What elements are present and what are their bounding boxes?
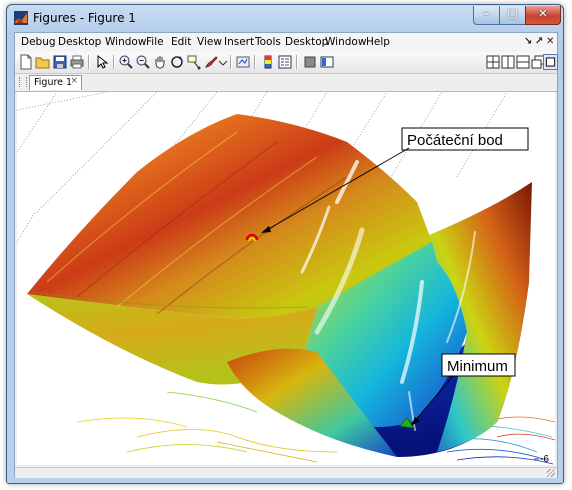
- tile-rows-icon[interactable]: [515, 54, 531, 70]
- minimize-button[interactable]: –: [473, 6, 500, 25]
- maximize-icon: □: [507, 7, 518, 20]
- close-button[interactable]: ✕: [525, 6, 561, 25]
- minimum-annotation-label: Minimum: [447, 358, 508, 375]
- zoom-out-icon[interactable]: [135, 54, 151, 70]
- hide-plot-tools-icon[interactable]: [302, 54, 318, 70]
- open-file-icon[interactable]: [35, 54, 51, 70]
- menu-desktop-2[interactable]: Desktop: [285, 36, 328, 48]
- select-arrow-icon[interactable]: [94, 54, 110, 70]
- menu-edit[interactable]: Edit: [171, 36, 191, 48]
- show-plot-tools-icon[interactable]: [319, 54, 335, 70]
- undock-icon[interactable]: ↗: [535, 36, 543, 47]
- dock-icon[interactable]: ↘: [524, 36, 532, 47]
- figures-window: Figures - Figure 1 – □ ✕ Debug Desktop W…: [6, 4, 564, 484]
- tile-grid-icon[interactable]: [485, 54, 501, 70]
- pan-hand-icon[interactable]: [152, 54, 168, 70]
- menu-window-2[interactable]: Window: [325, 36, 366, 48]
- new-figure-icon[interactable]: [18, 54, 34, 70]
- window-title: Figures - Figure 1: [33, 11, 136, 25]
- title-bar[interactable]: Figures - Figure 1 – □ ✕: [7, 5, 563, 31]
- colorbar-icon[interactable]: [260, 54, 276, 70]
- maximize-icon[interactable]: [543, 54, 558, 70]
- menu-insert[interactable]: Insert: [224, 36, 254, 48]
- tile-columns-icon[interactable]: [500, 54, 516, 70]
- maximize-button[interactable]: □: [499, 6, 526, 25]
- chevron-down-icon[interactable]: [215, 54, 231, 70]
- status-bar: [15, 467, 557, 478]
- rotate-3d-icon[interactable]: [169, 54, 185, 70]
- figure-toolbar: [15, 52, 558, 74]
- toolbar-separator: [113, 55, 115, 69]
- close-icon: ✕: [538, 7, 548, 20]
- tab-close-icon[interactable]: ×: [70, 76, 78, 86]
- toolbar-separator: [296, 55, 298, 69]
- close-figure-icon[interactable]: ✕: [546, 36, 554, 47]
- menu-bar: Debug Desktop Window File Edit View Inse…: [15, 33, 557, 52]
- matlab-logo-icon: [14, 11, 28, 25]
- data-cursor-icon[interactable]: [186, 54, 202, 70]
- start-annotation-label: Počáteční bod: [407, 132, 503, 149]
- toolbar-separator: [254, 55, 256, 69]
- toolbar-separator: [230, 55, 232, 69]
- menu-desktop[interactable]: Desktop: [58, 36, 101, 48]
- menu-debug[interactable]: Debug: [21, 36, 56, 48]
- menu-window[interactable]: Window: [105, 36, 146, 48]
- toolbar-separator: [88, 55, 90, 69]
- document-tab-bar: Figure 1 ×: [15, 74, 557, 92]
- zoom-in-icon[interactable]: [118, 54, 134, 70]
- legend-icon[interactable]: [277, 54, 293, 70]
- tab-figure-1[interactable]: Figure 1 ×: [29, 75, 82, 90]
- print-icon[interactable]: [69, 54, 85, 70]
- client-area: Debug Desktop Window File Edit View Inse…: [14, 32, 558, 478]
- menu-tools[interactable]: Tools: [255, 36, 281, 48]
- minimize-icon: –: [483, 7, 490, 20]
- axis-tick-label: -6: [540, 454, 549, 465]
- figure-canvas[interactable]: Počáteční bod Minimum -6: [17, 92, 555, 465]
- resize-grip-icon[interactable]: [547, 469, 555, 477]
- menu-help[interactable]: Help: [366, 36, 390, 48]
- menu-file[interactable]: File: [146, 36, 164, 48]
- tab-label: Figure 1: [34, 77, 73, 88]
- tab-grip[interactable]: [19, 77, 27, 87]
- surface-plot[interactable]: Počáteční bod Minimum -6: [17, 92, 555, 465]
- save-icon[interactable]: [52, 54, 68, 70]
- menu-view[interactable]: View: [197, 36, 222, 48]
- link-plot-icon[interactable]: [235, 54, 251, 70]
